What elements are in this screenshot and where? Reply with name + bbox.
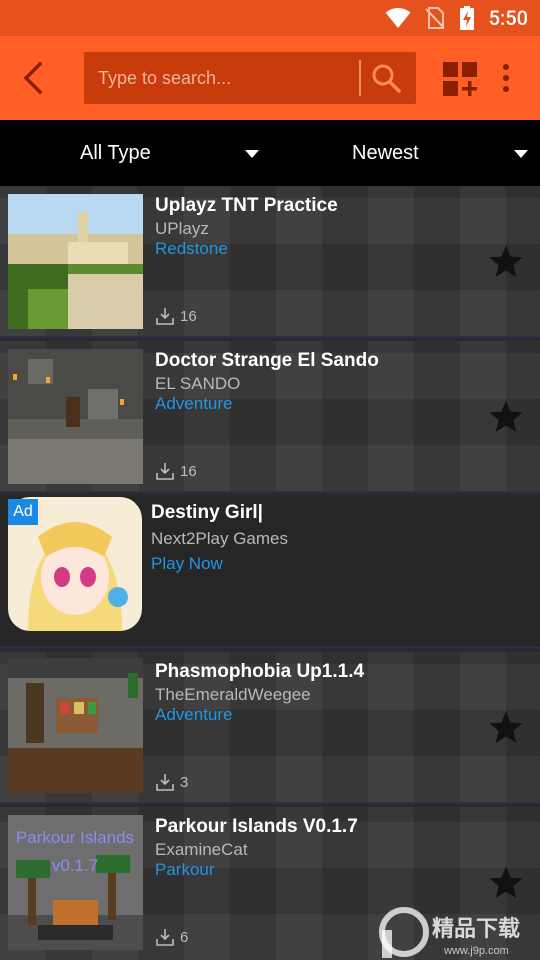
download-count-value: 16 xyxy=(180,307,197,325)
map-thumbnail xyxy=(8,658,143,793)
wifi-icon xyxy=(385,8,411,28)
search-box xyxy=(84,52,416,104)
type-filter-label: All Type xyxy=(80,141,151,164)
item-title[interactable]: Uplayz TNT Practice xyxy=(155,195,338,217)
map-thumbnail xyxy=(8,349,143,484)
filter-bar: All Type Newest xyxy=(0,120,540,186)
download-count-value: 6 xyxy=(180,928,189,946)
item-author: TheEmeraldWeegee xyxy=(155,685,311,704)
download-count: 3 xyxy=(156,773,188,791)
list-item[interactable]: Doctor Strange El Sando EL SANDO Adventu… xyxy=(0,341,540,493)
download-count: 16 xyxy=(156,307,197,325)
download-icon xyxy=(156,463,174,480)
item-category[interactable]: Adventure xyxy=(155,705,233,725)
item-title[interactable]: Phasmophobia Up1.1.4 xyxy=(155,661,364,683)
favorite-star-icon[interactable] xyxy=(487,243,525,281)
ad-title[interactable]: Destiny Girl| xyxy=(151,502,263,524)
status-bar: 5:50 xyxy=(0,0,540,36)
download-icon xyxy=(156,929,174,946)
favorite-star-icon[interactable] xyxy=(487,398,525,436)
watermark-text: 精品下载 xyxy=(432,916,520,942)
thumbnail-text-title: Parkour Islands xyxy=(16,828,134,847)
no-sim-icon xyxy=(424,7,445,29)
battery-charging-icon xyxy=(459,6,474,30)
download-icon xyxy=(156,308,174,325)
download-icon xyxy=(156,774,174,791)
more-vert-icon[interactable] xyxy=(496,62,516,94)
item-category[interactable]: Parkour xyxy=(155,860,215,880)
download-count-value: 16 xyxy=(180,462,197,480)
ad-publisher: Next2Play Games xyxy=(151,529,288,548)
thumbnail-text-version: v0.1.7 xyxy=(52,856,98,875)
download-count: 16 xyxy=(156,462,197,480)
item-category[interactable]: Redstone xyxy=(155,239,228,259)
item-author: ExamineCat xyxy=(155,840,248,859)
item-author: EL SANDO xyxy=(155,374,241,393)
list-item[interactable]: Phasmophobia Up1.1.4 TheEmeraldWeegee Ad… xyxy=(0,652,540,804)
item-title[interactable]: Doctor Strange El Sando xyxy=(155,350,379,372)
item-category[interactable]: Adventure xyxy=(155,394,233,414)
clock-time: 5:50 xyxy=(488,6,528,30)
sort-filter-label: Newest xyxy=(352,141,419,164)
search-icon[interactable] xyxy=(370,62,402,94)
back-arrow-icon[interactable] xyxy=(16,60,52,96)
download-count-value: 3 xyxy=(180,773,189,791)
map-thumbnail: Parkour Islands v0.1.7 xyxy=(8,815,143,950)
map-list: Uplayz TNT Practice UPlayz Redstone 16 D… xyxy=(0,186,540,960)
toolbar xyxy=(0,36,540,120)
download-count: 6 xyxy=(156,928,188,946)
grid-add-icon[interactable] xyxy=(442,61,478,97)
ad-item[interactable]: Ad Destiny Girl| Next2Play Games Play No… xyxy=(0,496,540,648)
ad-badge: Ad xyxy=(8,499,38,525)
search-input[interactable] xyxy=(98,52,353,104)
search-divider xyxy=(359,60,361,96)
list-item[interactable]: Uplayz TNT Practice UPlayz Redstone 16 xyxy=(0,186,540,338)
favorite-star-icon[interactable] xyxy=(487,709,525,747)
watermark-subtext: www.j9p.com xyxy=(443,945,509,957)
ad-play-now-link[interactable]: Play Now xyxy=(151,554,223,574)
favorite-star-icon[interactable] xyxy=(487,864,525,902)
item-author: UPlayz xyxy=(155,219,209,238)
watermark-logo: 精品下载 www.j9p.com xyxy=(379,907,520,958)
map-thumbnail xyxy=(8,194,143,329)
sort-dropdown-caret-icon xyxy=(514,150,528,158)
type-filter-dropdown[interactable]: All Type xyxy=(0,120,270,186)
sort-filter-dropdown[interactable]: Newest xyxy=(270,120,540,186)
item-title[interactable]: Parkour Islands V0.1.7 xyxy=(155,816,358,838)
type-dropdown-caret-icon xyxy=(245,150,259,158)
